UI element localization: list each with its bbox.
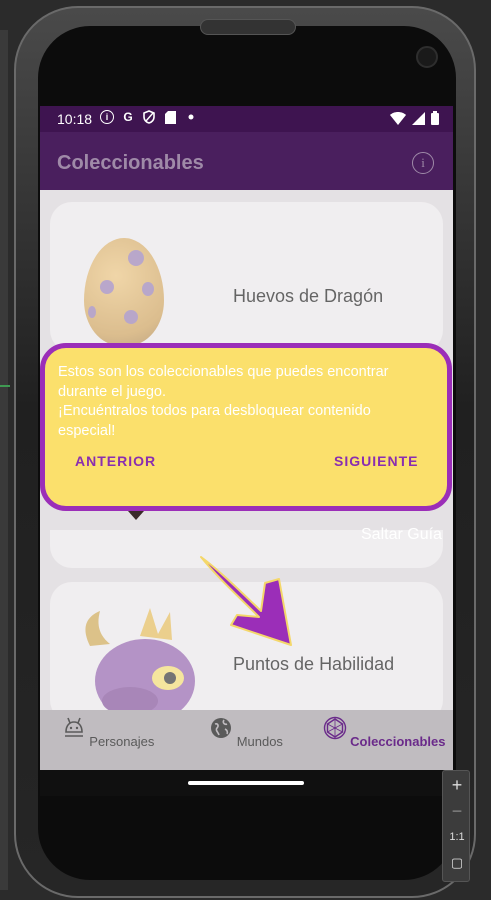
nav-item-collectibles[interactable]: Coleccionables: [319, 716, 449, 749]
bottom-navigation: Personajes Mundos Coleccionables: [40, 710, 453, 770]
wifi-icon: [390, 111, 406, 128]
zoom-ratio-button[interactable]: 1:1: [443, 831, 471, 843]
dot-icon: [184, 110, 198, 124]
home-gesture-handle[interactable]: [188, 781, 304, 785]
google-icon: G: [123, 110, 133, 124]
dragon-head-icon: [64, 717, 83, 737]
emulator-zoom-panel: + − 1:1 ▢: [442, 770, 470, 882]
gesture-bar: [40, 770, 453, 796]
gem-icon: [323, 716, 346, 740]
front-camera: [416, 46, 438, 68]
info-icon: i: [100, 110, 114, 124]
emulator-side-marker: [0, 385, 10, 387]
page-title: Coleccionables: [57, 152, 204, 174]
fit-screen-icon[interactable]: ▢: [443, 855, 471, 871]
status-icons: i G: [100, 110, 198, 124]
app-bar: Coleccionables i: [40, 132, 453, 190]
guide-tooltip-text: Estos son los coleccionables que puedes …: [58, 364, 389, 439]
status-bar: 10:18 i G: [40, 106, 453, 132]
status-right-icons: [390, 111, 439, 128]
globe-icon: [211, 718, 232, 738]
nav-label: Coleccionables: [350, 734, 446, 749]
info-icon[interactable]: i: [412, 152, 434, 174]
nav-item-worlds[interactable]: Mundos: [181, 716, 311, 749]
skip-guide-button[interactable]: Saltar Guía: [361, 526, 442, 544]
nav-label: Personajes: [89, 734, 155, 749]
previous-button[interactable]: ANTERIOR: [75, 453, 156, 469]
tooltip-pointer: [128, 511, 144, 520]
nav-item-characters[interactable]: Personajes: [43, 716, 173, 749]
sd-card-icon: [163, 110, 177, 124]
zoom-out-button[interactable]: −: [443, 801, 471, 822]
speaker-grille: [200, 19, 296, 35]
zoom-in-button[interactable]: +: [443, 775, 471, 796]
emulator-side-panel: [0, 30, 8, 890]
pointer-arrow-icon: [200, 556, 292, 646]
nav-label: Mundos: [236, 734, 283, 749]
battery-icon: [431, 111, 439, 128]
next-button[interactable]: SIGUIENTE: [334, 453, 418, 469]
status-time: 10:18: [57, 111, 93, 127]
vpn-shield-icon: [142, 110, 156, 124]
guide-tooltip: Estos son los coleccionables que puedes …: [40, 343, 452, 511]
signal-icon: [412, 111, 425, 128]
